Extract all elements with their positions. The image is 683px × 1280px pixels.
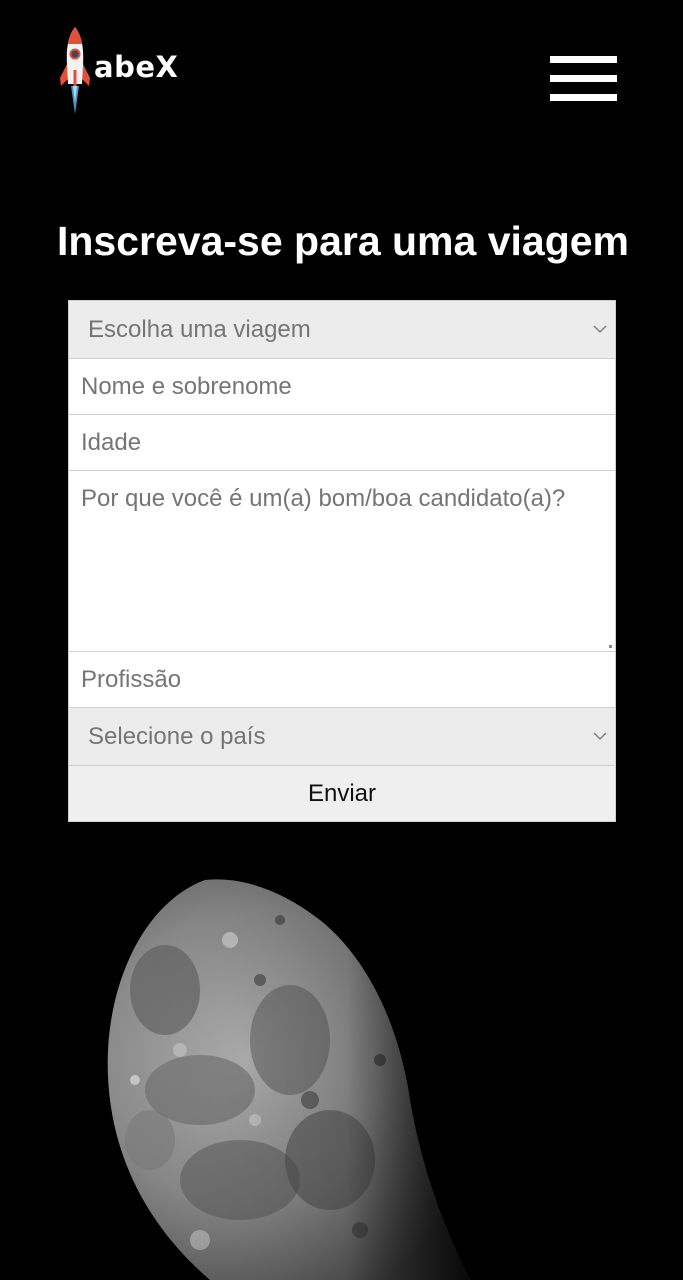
trip-select[interactable]: Escolha uma viagem	[68, 300, 616, 359]
page: abeX Inscreva-se para uma viagem Escolha…	[0, 0, 683, 1280]
submit-button[interactable]: Enviar	[68, 765, 616, 822]
age-input-placeholder: Idade	[81, 429, 142, 456]
profession-input[interactable]: Profissão	[68, 651, 616, 708]
moon-image	[107, 879, 470, 1280]
country-select[interactable]: Selecione o país	[68, 707, 616, 766]
name-input[interactable]: Nome e sobrenome	[68, 358, 616, 415]
menu-bar	[550, 75, 617, 82]
hamburger-menu-icon[interactable]	[550, 56, 617, 101]
age-input[interactable]: Idade	[68, 414, 616, 471]
reason-textarea[interactable]: Por que você é um(a) bom/boa candidato(a…	[68, 470, 616, 652]
logo[interactable]: abeX	[58, 26, 178, 116]
name-input-placeholder: Nome e sobrenome	[81, 373, 292, 400]
reason-textarea-placeholder: Por que você é um(a) bom/boa candidato(a…	[81, 485, 566, 512]
country-select-placeholder: Selecione o país	[88, 723, 266, 750]
chevron-down-icon	[593, 732, 607, 740]
menu-bar	[550, 56, 617, 63]
menu-bar	[550, 94, 617, 101]
trip-select-placeholder: Escolha uma viagem	[88, 316, 311, 343]
rocket-icon	[60, 27, 90, 114]
profession-input-placeholder: Profissão	[81, 666, 182, 693]
resize-handle-icon[interactable]	[609, 645, 612, 648]
chevron-down-icon	[593, 325, 607, 333]
page-title: Inscreva-se para uma viagem	[56, 218, 630, 264]
logo-text: abeX	[94, 50, 179, 84]
signup-form: Escolha uma viagem Nome e sobrenome Idad…	[68, 300, 616, 822]
